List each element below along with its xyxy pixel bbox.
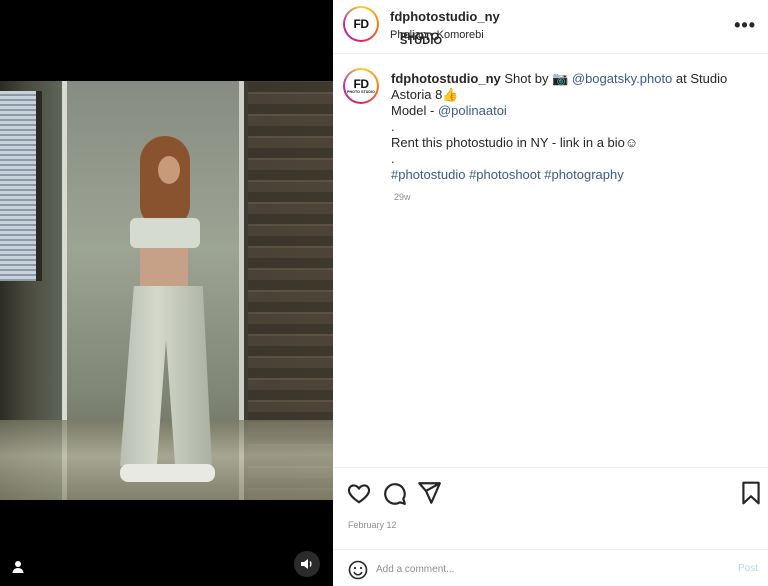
sound-toggle-button[interactable] [294, 551, 320, 577]
post-detail-panel: FD PHOTO STUDIO fdphotostudio_ny Phelian… [333, 0, 768, 586]
caption-rent-text: Rent this photostudio in NY - link in a … [391, 135, 639, 150]
caption-author-avatar[interactable]: FD PHOTO STUDIO [343, 68, 379, 104]
caption-shot-by: Shot by 📷 [500, 71, 572, 86]
comment-input[interactable] [376, 558, 716, 580]
heart-icon[interactable] [346, 480, 372, 506]
post-photo[interactable] [0, 81, 333, 500]
user-icon[interactable] [10, 559, 26, 575]
caption-dot: . [391, 119, 395, 134]
post-header: FD PHOTO STUDIO fdphotostudio_ny Phelian… [333, 0, 768, 54]
caption-text: fdphotostudio_ny Shot by 📷 @bogatsky.pho… [391, 71, 756, 183]
caption-dot: . [391, 151, 395, 166]
caption-username[interactable]: fdphotostudio_ny [391, 71, 501, 86]
photographer-mention-link[interactable]: @bogatsky.photo [572, 71, 672, 86]
author-username[interactable]: fdphotostudio_ny [390, 9, 500, 24]
post-caption: FD PHOTO STUDIO fdphotostudio_ny Shot by… [333, 55, 768, 467]
comment-icon[interactable] [381, 480, 407, 506]
photo-model-figure [110, 136, 220, 486]
post-date[interactable]: February 12 [348, 520, 397, 530]
caption-model-prefix: Model - [391, 103, 438, 118]
caption-timestamp[interactable]: 29w [394, 192, 411, 202]
avatar-logo-text: FD [353, 76, 370, 91]
model-mention-link[interactable]: @polinaatoi [438, 103, 507, 118]
more-horizontal-icon[interactable]: ••• [734, 15, 756, 36]
speaker-icon [301, 559, 312, 569]
post-actions: February 12 [333, 467, 768, 549]
post-comment-button[interactable]: Post [738, 563, 758, 574]
avatar-logo-subtext: PHOTO STUDIO [347, 89, 375, 94]
avatar-logo-text: FD [353, 16, 370, 31]
audio-track-label[interactable]: Phelian • Komorebi [390, 29, 484, 41]
photo-window [0, 91, 42, 281]
send-icon[interactable] [416, 480, 442, 506]
author-avatar[interactable]: FD PHOTO STUDIO [343, 6, 442, 47]
post-media-panel [0, 0, 333, 586]
comment-bar: Post [333, 549, 768, 586]
emoji-icon[interactable] [348, 560, 368, 580]
caption-hashtags[interactable]: #photostudio #photoshoot #photography [391, 167, 756, 183]
bookmark-icon[interactable] [738, 480, 764, 506]
